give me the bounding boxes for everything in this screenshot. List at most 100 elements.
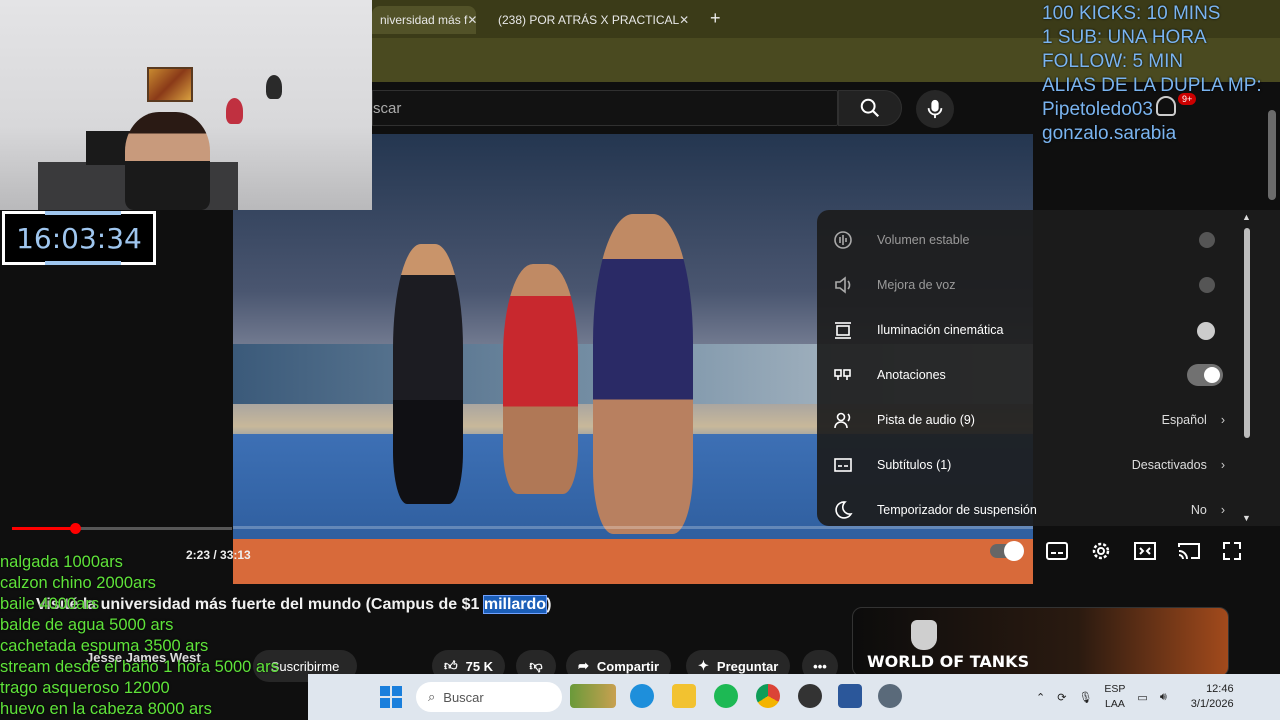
language-code: ESP bbox=[1104, 683, 1126, 695]
rule-line: FOLLOW: 5 MIN bbox=[1042, 51, 1184, 72]
annotations-icon bbox=[831, 363, 855, 387]
settings-item-label: Temporizador de suspensión bbox=[877, 502, 1037, 517]
microphone-icon[interactable]: 🎙︎ bbox=[1078, 691, 1092, 704]
spotify-icon[interactable] bbox=[714, 684, 738, 708]
ad-brand: WORLD OF TANKS bbox=[867, 652, 1030, 671]
search-icon bbox=[860, 98, 880, 118]
search-button[interactable] bbox=[838, 90, 902, 126]
settings-item-label: Pista de audio (9) bbox=[877, 412, 975, 427]
sleep-timer-icon bbox=[831, 498, 855, 522]
taskbar-search[interactable]: ⌕ Buscar bbox=[416, 682, 562, 712]
mat-edge bbox=[233, 539, 1033, 584]
search-input[interactable]: scar bbox=[372, 90, 838, 126]
settings-icon[interactable] bbox=[878, 684, 902, 708]
app-icon[interactable] bbox=[798, 684, 822, 708]
network-icon[interactable]: ▭ bbox=[1137, 691, 1147, 704]
voice-boost-icon bbox=[831, 273, 855, 297]
wrestler-red bbox=[503, 264, 578, 494]
windows-start-icon[interactable] bbox=[380, 686, 402, 708]
settings-item-label: Mejora de voz bbox=[877, 277, 956, 292]
page-scrollbar[interactable] bbox=[1268, 110, 1276, 200]
stream-rules: 100 KICKS: 10 MINS 1 SUB: UNA HORA FOLLO… bbox=[1042, 2, 1262, 146]
settings-item-label: Anotaciones bbox=[877, 367, 946, 382]
hanging-cap bbox=[226, 98, 243, 124]
word-icon[interactable] bbox=[838, 684, 862, 708]
settings-item-voice-boost[interactable]: Mejora de voz bbox=[817, 262, 1237, 307]
subtitles-icon bbox=[831, 453, 855, 477]
voice-search-button[interactable] bbox=[916, 90, 954, 128]
rule-line: Pipetoledo03 bbox=[1042, 99, 1153, 120]
thumbs-down-icon: 👎︎ bbox=[529, 658, 543, 673]
settings-item-subtitles[interactable]: Subtítulos (1) Desactivados › bbox=[817, 442, 1237, 487]
new-tab-button[interactable]: + bbox=[710, 8, 721, 29]
ambient-mode-icon bbox=[831, 318, 855, 342]
price-line: stream desde el baño 1 hora 5000 ars bbox=[0, 658, 279, 676]
settings-item-label: Subtítulos (1) bbox=[877, 457, 952, 472]
settings-item-label: Iluminación cinemática bbox=[877, 322, 1004, 337]
settings-item-ambient-mode[interactable]: Iluminación cinemática bbox=[817, 307, 1237, 352]
volume-icon[interactable]: 🔊︎ bbox=[1160, 691, 1167, 704]
stable-volume-icon bbox=[831, 228, 855, 252]
chevron-right-icon: › bbox=[1220, 502, 1225, 517]
audio-track-value: Español bbox=[1161, 412, 1207, 427]
taskbar-search-label: Buscar bbox=[443, 689, 484, 705]
video-title-end: ) bbox=[546, 596, 552, 613]
subtitles-value: Desactivados bbox=[1131, 457, 1207, 472]
wrestler-blue bbox=[593, 214, 693, 534]
annotations-toggle[interactable] bbox=[1187, 363, 1223, 386]
settings-item-label: Volumen estable bbox=[877, 232, 970, 247]
price-line: calzon chino 2000ars bbox=[0, 574, 156, 592]
progress-scrubber[interactable] bbox=[70, 523, 81, 534]
ambient-mode-toggle[interactable] bbox=[1187, 319, 1223, 341]
file-explorer-icon[interactable] bbox=[672, 684, 696, 708]
tab-title: niversidad más f bbox=[380, 13, 468, 27]
scroll-down-icon[interactable]: ▼ bbox=[1242, 513, 1251, 523]
chevron-up-icon[interactable]: ⌃ bbox=[1036, 691, 1045, 704]
player-progress-fill bbox=[12, 527, 75, 530]
sparkle-icon: ✦ bbox=[698, 658, 709, 673]
language-indicator[interactable]: ESP LAA bbox=[1104, 682, 1125, 712]
fullscreen-icon[interactable] bbox=[1222, 541, 1242, 561]
subtitles-icon[interactable] bbox=[1046, 542, 1068, 560]
browser-tab[interactable]: niversidad más f ✕ bbox=[372, 6, 476, 34]
cast-icon[interactable] bbox=[1178, 542, 1200, 560]
autoplay-toggle[interactable] bbox=[990, 541, 1024, 561]
chrome-icon[interactable] bbox=[756, 684, 780, 708]
thumbs-up-icon: 👍︎ bbox=[444, 658, 458, 673]
settings-gear-icon[interactable] bbox=[1090, 540, 1112, 562]
monitor bbox=[86, 131, 130, 165]
hanging-cap bbox=[266, 75, 282, 99]
system-tray: ⌃ ⟳ 🎙︎ ESP LAA ▭ 🔊︎ 12:46 3/1/2026 bbox=[1036, 682, 1234, 712]
voice-boost-toggle[interactable] bbox=[1187, 274, 1223, 296]
price-line: balde de agua 5000 ars bbox=[0, 616, 174, 634]
sleep-timer-value: No bbox=[1190, 502, 1207, 517]
tab-title: (238) POR ATRÁS X PRACTICAL bbox=[498, 13, 680, 27]
share-icon: ➦ bbox=[578, 658, 589, 673]
edge-icon[interactable] bbox=[630, 684, 654, 708]
chevron-right-icon: › bbox=[1220, 412, 1225, 427]
browser-tab[interactable]: (238) POR ATRÁS X PRACTICAL ✕ bbox=[484, 6, 694, 34]
donation-price-list: nalgada 1000ars calzon chino 2000ars bai… bbox=[0, 552, 279, 720]
price-line: baile 4000ars bbox=[0, 595, 100, 613]
audio-track-icon bbox=[831, 408, 855, 432]
keyboard-layout: LAA bbox=[1104, 698, 1125, 710]
taskbar-clock[interactable]: 12:46 3/1/2026 bbox=[1191, 682, 1234, 712]
rule-line: 100 KICKS: 10 MINS bbox=[1042, 3, 1221, 24]
settings-item-sleep-timer[interactable]: Temporizador de suspensión No › bbox=[817, 487, 1237, 532]
share-label: Compartir bbox=[596, 658, 660, 674]
settings-item-annotations[interactable]: Anotaciones bbox=[817, 352, 1237, 397]
settings-item-stable-volume[interactable]: Volumen estable bbox=[817, 217, 1237, 262]
widgets-icon[interactable] bbox=[570, 684, 616, 708]
ask-label: Preguntar bbox=[716, 658, 779, 674]
close-tab-icon[interactable]: ✕ bbox=[679, 13, 689, 27]
wall-painting bbox=[147, 67, 193, 102]
settings-scrollbar[interactable] bbox=[1244, 228, 1250, 438]
sync-icon[interactable]: ⟳ bbox=[1057, 691, 1066, 704]
ad-banner[interactable]: WORLD OF TANKS bbox=[852, 607, 1229, 677]
stable-volume-toggle[interactable] bbox=[1187, 229, 1223, 251]
settings-item-audio-track[interactable]: Pista de audio (9) Español › bbox=[817, 397, 1237, 442]
price-line: huevo en la cabeza 8000 ars bbox=[0, 700, 212, 718]
theater-mode-icon[interactable] bbox=[1134, 542, 1156, 560]
scroll-up-icon[interactable]: ▲ bbox=[1242, 212, 1251, 222]
close-tab-icon[interactable]: ✕ bbox=[467, 13, 476, 27]
